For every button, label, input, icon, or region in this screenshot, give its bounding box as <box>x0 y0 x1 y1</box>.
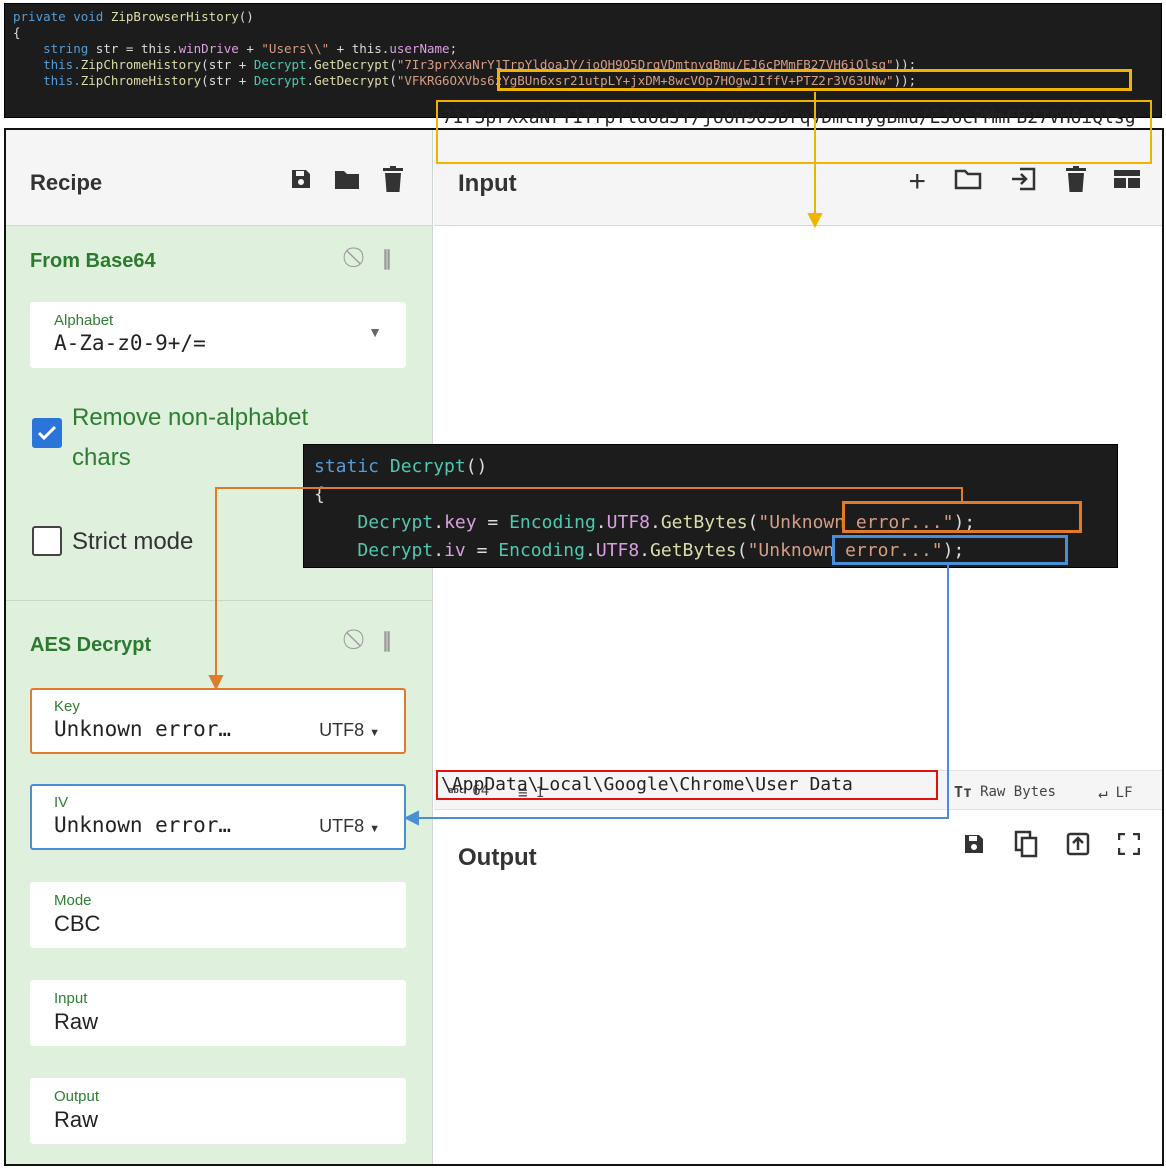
blue-arrow <box>403 565 949 826</box>
annotation-arrows <box>208 92 963 826</box>
yellow-arrow <box>807 92 823 229</box>
orange-arrow <box>208 487 963 691</box>
